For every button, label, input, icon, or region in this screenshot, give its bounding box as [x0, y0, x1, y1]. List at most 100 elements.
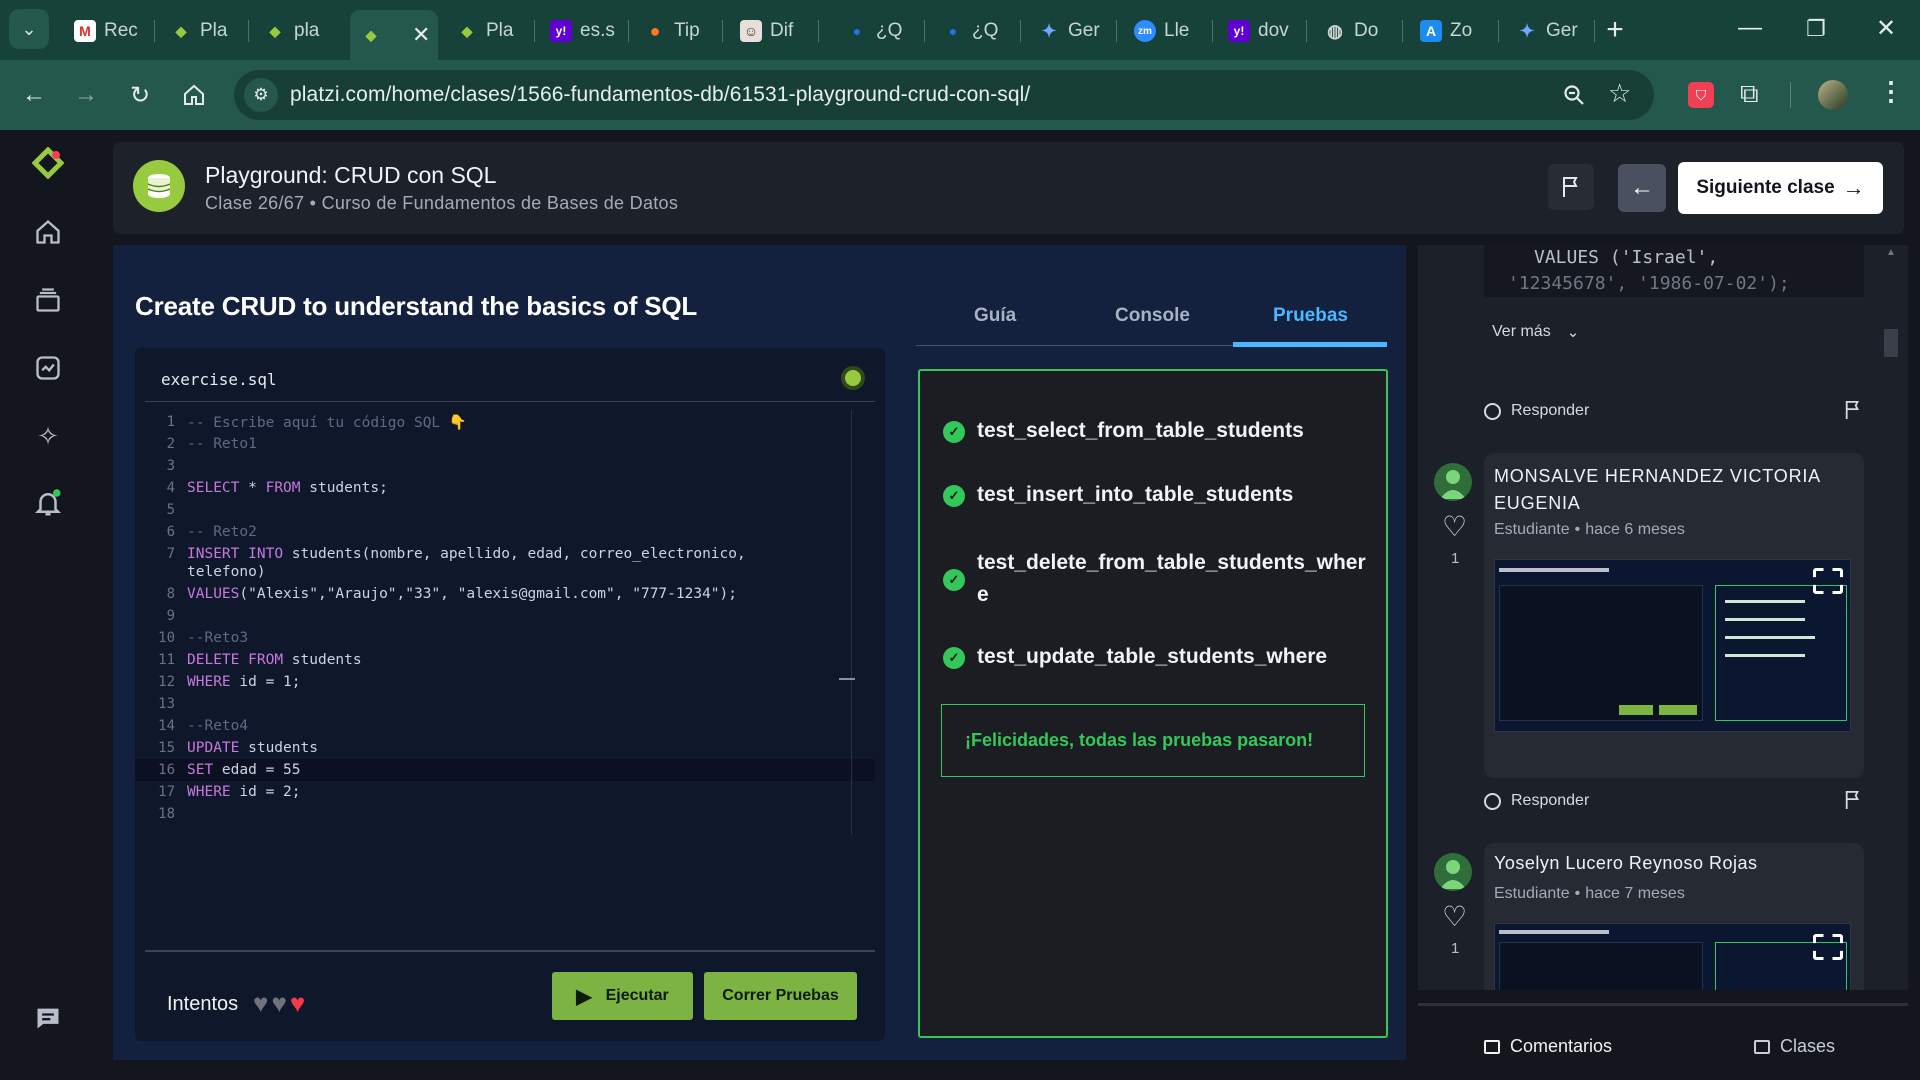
browser-tab[interactable]: ◆ Pla: [446, 14, 534, 48]
gemini-icon: ✦: [1041, 20, 1057, 41]
url-text[interactable]: platzi.com/home/clases/1566-fundamentos-…: [290, 83, 1030, 107]
browser-tab[interactable]: ◆ Pla: [160, 14, 248, 48]
tab-console[interactable]: Console: [1115, 305, 1190, 327]
line-number: 7: [166, 546, 175, 562]
browser-tab[interactable]: ✦ Ger: [1028, 14, 1116, 48]
comments-scrollbar-thumb[interactable]: [1884, 329, 1898, 357]
next-class-button[interactable]: Siguiente clase →: [1678, 162, 1883, 214]
back-button[interactable]: ←: [16, 77, 52, 113]
classes-footer-tab[interactable]: Clases: [1754, 1036, 1835, 1057]
browser-tab[interactable]: y! dov: [1218, 14, 1306, 48]
tab-guia[interactable]: Guía: [974, 305, 1016, 327]
site-info-icon[interactable]: ⚙: [244, 78, 278, 112]
restore-button[interactable]: ❐: [1796, 16, 1836, 50]
zoom-magnifier-icon[interactable]: [1562, 83, 1586, 107]
code-line[interactable]: WHERE id = 1;: [187, 674, 301, 690]
comment-attachment-image[interactable]: [1494, 923, 1851, 990]
code-line[interactable]: -- Reto1: [187, 436, 257, 452]
browser-tabstrip: ⌄ M Rec ◆ Pla ◆ pla ◆ ✕ ◆ Pla y! es.s ● …: [0, 0, 1920, 60]
code-line[interactable]: VALUES("Alexis","Araujo","33", "alexis@g…: [187, 586, 737, 602]
home-nav-icon[interactable]: [30, 214, 66, 250]
chat-nav-icon[interactable]: [30, 1000, 66, 1036]
browser-tab[interactable]: ● Tip: [634, 14, 722, 48]
code-line[interactable]: INSERT INTO students(nombre, apellido, e…: [187, 546, 746, 562]
run-button[interactable]: ▶ Ejecutar: [552, 972, 693, 1020]
bookmark-star-icon[interactable]: ☆: [1608, 78, 1631, 109]
browser-tab[interactable]: y! es.s: [540, 14, 628, 48]
comment-author[interactable]: Yoselyn Lucero Reynoso Rojas: [1494, 853, 1854, 874]
extensions-puzzle-icon[interactable]: ⧉: [1740, 78, 1759, 110]
run-tests-button[interactable]: Correr Pruebas: [704, 972, 857, 1020]
editor-scrollbar-thumb[interactable]: [839, 678, 855, 680]
success-message: ¡Felicidades, todas las pruebas pasaron!: [965, 730, 1314, 750]
browser-tab[interactable]: zm Lle: [1124, 14, 1212, 48]
code-line[interactable]: DELETE FROM students: [187, 652, 362, 668]
code-line[interactable]: WHERE id = 2;: [187, 784, 301, 800]
plus-icon: +: [1606, 13, 1624, 46]
line-number: 6: [166, 524, 175, 540]
browser-tab[interactable]: A Zo: [1410, 14, 1498, 48]
code-editor[interactable]: exercise.sql 1 -- Escribe aquí tu código …: [135, 348, 885, 1041]
report-flag-button[interactable]: [1548, 164, 1594, 210]
courses-nav-icon[interactable]: [30, 282, 66, 318]
pocket-extension-icon[interactable]: ⛉: [1688, 82, 1714, 108]
notifications-bell-icon[interactable]: [30, 485, 66, 521]
browser-tab[interactable]: ◆ pla: [254, 14, 342, 48]
browser-tab[interactable]: ● ¿Q: [932, 14, 1020, 48]
close-window-button[interactable]: ✕: [1866, 14, 1906, 48]
comments-footer-tab[interactable]: Comentarios: [1484, 1036, 1612, 1057]
appstore-icon: A: [1420, 20, 1442, 42]
comment-author[interactable]: MONSALVE HERNANDEZ VICTORIA EUGENIA: [1494, 463, 1824, 517]
menu-kebab-icon[interactable]: ⋮: [1878, 76, 1904, 107]
ai-sparkle-nav-icon[interactable]: ✧: [30, 418, 66, 454]
reply-button[interactable]: Responder: [1484, 792, 1589, 810]
reload-button[interactable]: ↻: [122, 77, 158, 113]
browser-tab[interactable]: ☺ Dif: [730, 14, 818, 48]
yahoo-icon: y!: [550, 20, 572, 42]
browser-tab-active[interactable]: ◆ ✕: [350, 10, 438, 60]
previous-class-button[interactable]: ←: [1618, 164, 1666, 212]
code-area[interactable]: 1 -- Escribe aquí tu código SQL 👇 2 -- Reto…: [135, 410, 875, 835]
forward-button[interactable]: →: [68, 77, 104, 113]
avatar[interactable]: [1434, 853, 1472, 891]
platzi-icon: ◆: [461, 22, 473, 39]
code-line[interactable]: SELECT * FROM students;: [187, 480, 388, 496]
code-line[interactable]: SET edad = 55: [187, 762, 301, 778]
profile-avatar[interactable]: [1818, 80, 1848, 110]
minimize-button[interactable]: —: [1730, 14, 1770, 48]
avatar[interactable]: [1434, 463, 1472, 501]
new-tab-button[interactable]: +: [1598, 14, 1632, 48]
code-snippet: VALUES ('Israel', '12345678', '1986-07-0…: [1484, 245, 1864, 297]
code-line[interactable]: -- Reto2: [187, 524, 257, 540]
code-line[interactable]: UPDATE students: [187, 740, 318, 756]
scroll-up-icon[interactable]: ▲: [1886, 247, 1896, 258]
comment-meta: Estudiante • hace 6 meses: [1494, 521, 1685, 538]
tab-pruebas[interactable]: Pruebas: [1273, 305, 1348, 327]
editor-scrollbar[interactable]: [851, 410, 852, 835]
code-line-wrap[interactable]: telefono): [187, 564, 266, 580]
close-tab-icon[interactable]: ✕: [412, 22, 430, 48]
report-comment-flag-icon[interactable]: [1844, 400, 1862, 425]
report-comment-flag-icon[interactable]: [1844, 790, 1862, 815]
like-heart-icon[interactable]: ♡: [1442, 510, 1467, 543]
address-bar[interactable]: ⚙ platzi.com/home/clases/1566-fundamento…: [234, 70, 1654, 120]
browser-tab[interactable]: M Rec: [64, 14, 154, 48]
reply-button[interactable]: Responder: [1484, 402, 1589, 420]
browser-tab[interactable]: ✦ Ger: [1506, 14, 1594, 48]
comment-role: Estudiante: [1494, 885, 1570, 902]
progress-nav-icon[interactable]: [30, 350, 66, 386]
tab-title: es.s: [580, 20, 615, 41]
code-line[interactable]: --Reto4: [187, 718, 248, 734]
tab-title: Dif: [770, 20, 794, 41]
browser-tab[interactable]: ● ¿Q: [836, 14, 924, 48]
code-line[interactable]: -- Escribe aquí tu código SQL 👇: [187, 414, 467, 431]
code-line[interactable]: --Reto3: [187, 630, 248, 646]
browser-tab[interactable]: ◍ Do: [1314, 14, 1402, 48]
home-button[interactable]: [176, 77, 212, 113]
like-heart-icon[interactable]: ♡: [1442, 900, 1467, 933]
comment-attachment-image[interactable]: [1494, 559, 1851, 732]
tab-search-button[interactable]: ⌄: [9, 9, 49, 49]
see-more-link[interactable]: Ver más ⌄: [1492, 323, 1579, 341]
platzi-logo-icon[interactable]: [30, 145, 66, 181]
line-number: 9: [166, 608, 175, 624]
